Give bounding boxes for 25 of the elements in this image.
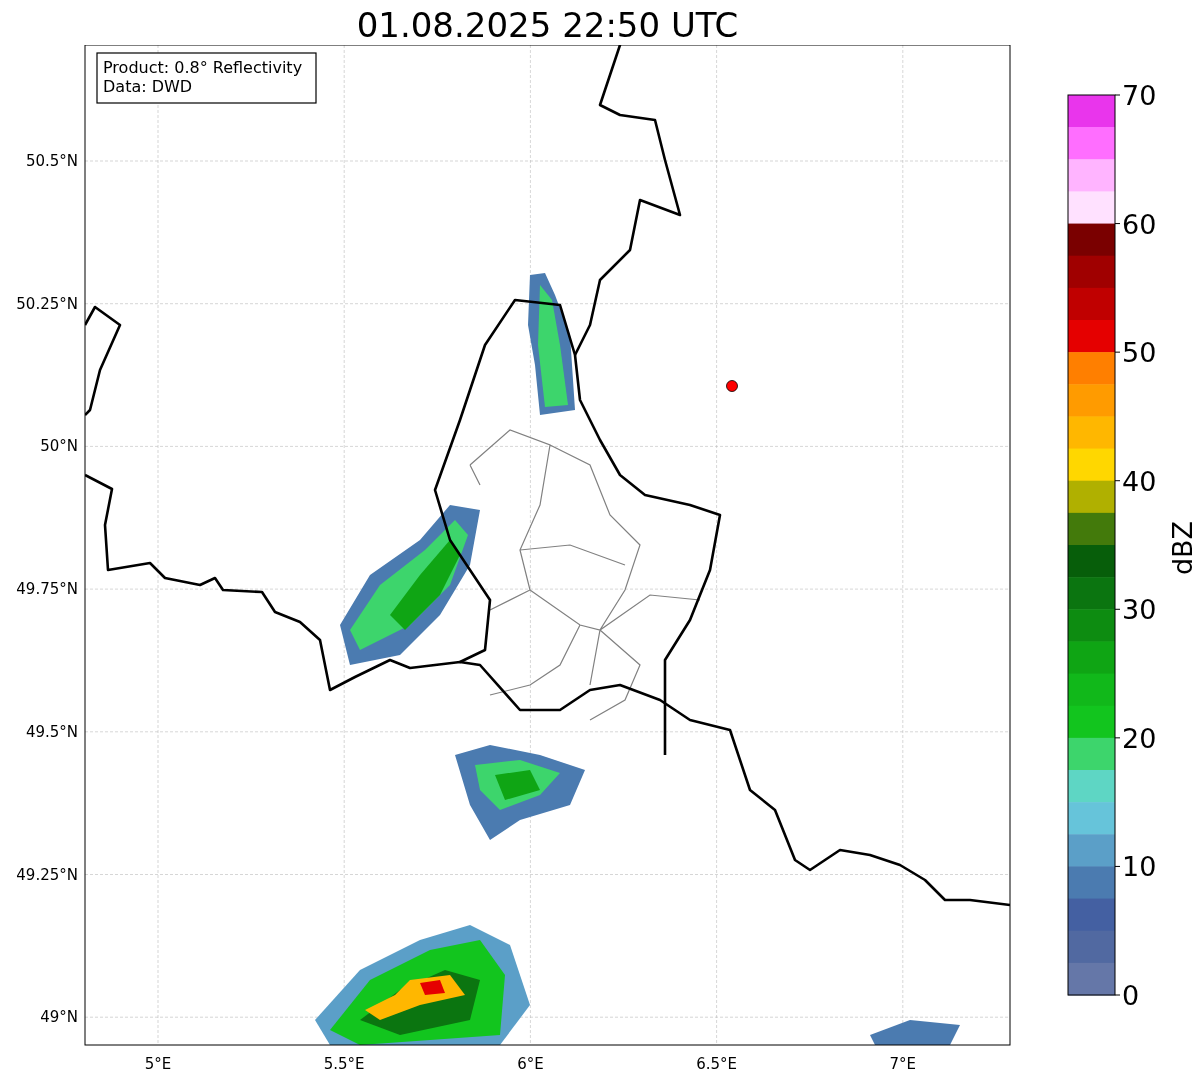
colorbar-tick-label: 50 <box>1122 337 1157 369</box>
latitude-label: 49°N <box>40 1008 78 1027</box>
latitude-label: 50.5°N <box>25 152 78 170</box>
latitude-label: 49.25°N <box>16 865 78 884</box>
info-text: Data: DWD <box>103 77 193 96</box>
latitude-label: 50.25°N <box>16 294 78 313</box>
longitude-label: 5.5°E <box>323 1055 365 1073</box>
latitude-label: 49.5°N <box>25 722 78 741</box>
colorbar-tick-label: 0 <box>1122 980 1140 1011</box>
latitude-label: 50°N <box>40 437 78 456</box>
colorbar-tick-label: 10 <box>1122 851 1157 883</box>
longitude-label: 5°E <box>144 1055 172 1073</box>
colorbar-label: dBZ <box>1167 520 1198 576</box>
colorbar-tick-label: 70 <box>1122 80 1157 111</box>
colorbar-tick-label: 20 <box>1122 722 1157 754</box>
latitude-label: 49.75°N <box>16 580 78 599</box>
colorbar-tick-label: 60 <box>1122 208 1157 240</box>
longitude-label: 6.5°E <box>696 1055 737 1073</box>
chart-title: 01.08.2025 22:50 UTC <box>355 4 740 45</box>
radar-site-marker <box>726 380 738 392</box>
longitude-label: 6°E <box>517 1055 544 1073</box>
info-text: Product: 0.8° Reflectivity <box>103 58 303 77</box>
colorbar-tick-label: 40 <box>1122 465 1157 497</box>
colorbar-tick-label: 30 <box>1122 594 1157 626</box>
longitude-label: 7°E <box>889 1055 917 1073</box>
